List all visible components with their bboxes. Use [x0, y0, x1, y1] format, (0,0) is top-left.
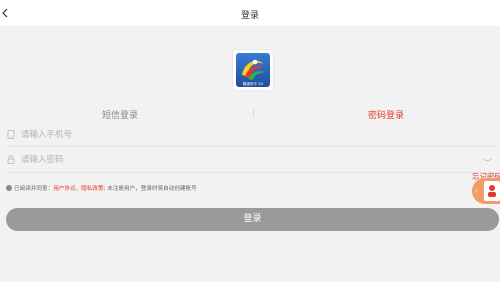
- phone-input[interactable]: [21, 127, 451, 143]
- login-button[interactable]: 登录: [6, 208, 499, 231]
- phone-icon: [7, 130, 15, 139]
- tab-password-login[interactable]: 密码登录: [368, 108, 404, 121]
- logo-text: 融媒贵平 SU: [243, 81, 264, 86]
- user-agreement-link[interactable]: 用户协议: [53, 186, 75, 192]
- eye-closed-icon[interactable]: [483, 158, 492, 163]
- tab-divider: [253, 109, 254, 118]
- privacy-policy-link[interactable]: 隐私政策: [81, 186, 103, 192]
- agreement-row: 已阅读并同意：用户协议、隐私政策; 未注册用户，登录时将自动创建账号: [6, 184, 197, 194]
- check-circle-icon[interactable]: [6, 184, 12, 191]
- lock-icon: [7, 155, 15, 164]
- app-logo: 融媒贵平 SU: [233, 50, 273, 90]
- phone-field-underline: [5, 146, 500, 147]
- tab-sms-login[interactable]: 短信登录: [102, 108, 138, 121]
- agreement-prefix: 已阅读并同意: [14, 186, 48, 192]
- collapse-arrow-icon: ‹: [475, 187, 478, 195]
- phone-field-row: [5, 124, 500, 146]
- password-field-row: [5, 149, 500, 171]
- top-bar: 登录: [0, 0, 500, 26]
- service-icon: [484, 181, 500, 201]
- password-input[interactable]: [21, 152, 451, 168]
- password-field-underline: [5, 172, 500, 173]
- floating-service-badge[interactable]: ‹: [472, 178, 500, 204]
- page-title: 登录: [240, 11, 259, 21]
- agreement-suffix: ; 未注册用户，登录时将自动创建账号: [103, 186, 197, 192]
